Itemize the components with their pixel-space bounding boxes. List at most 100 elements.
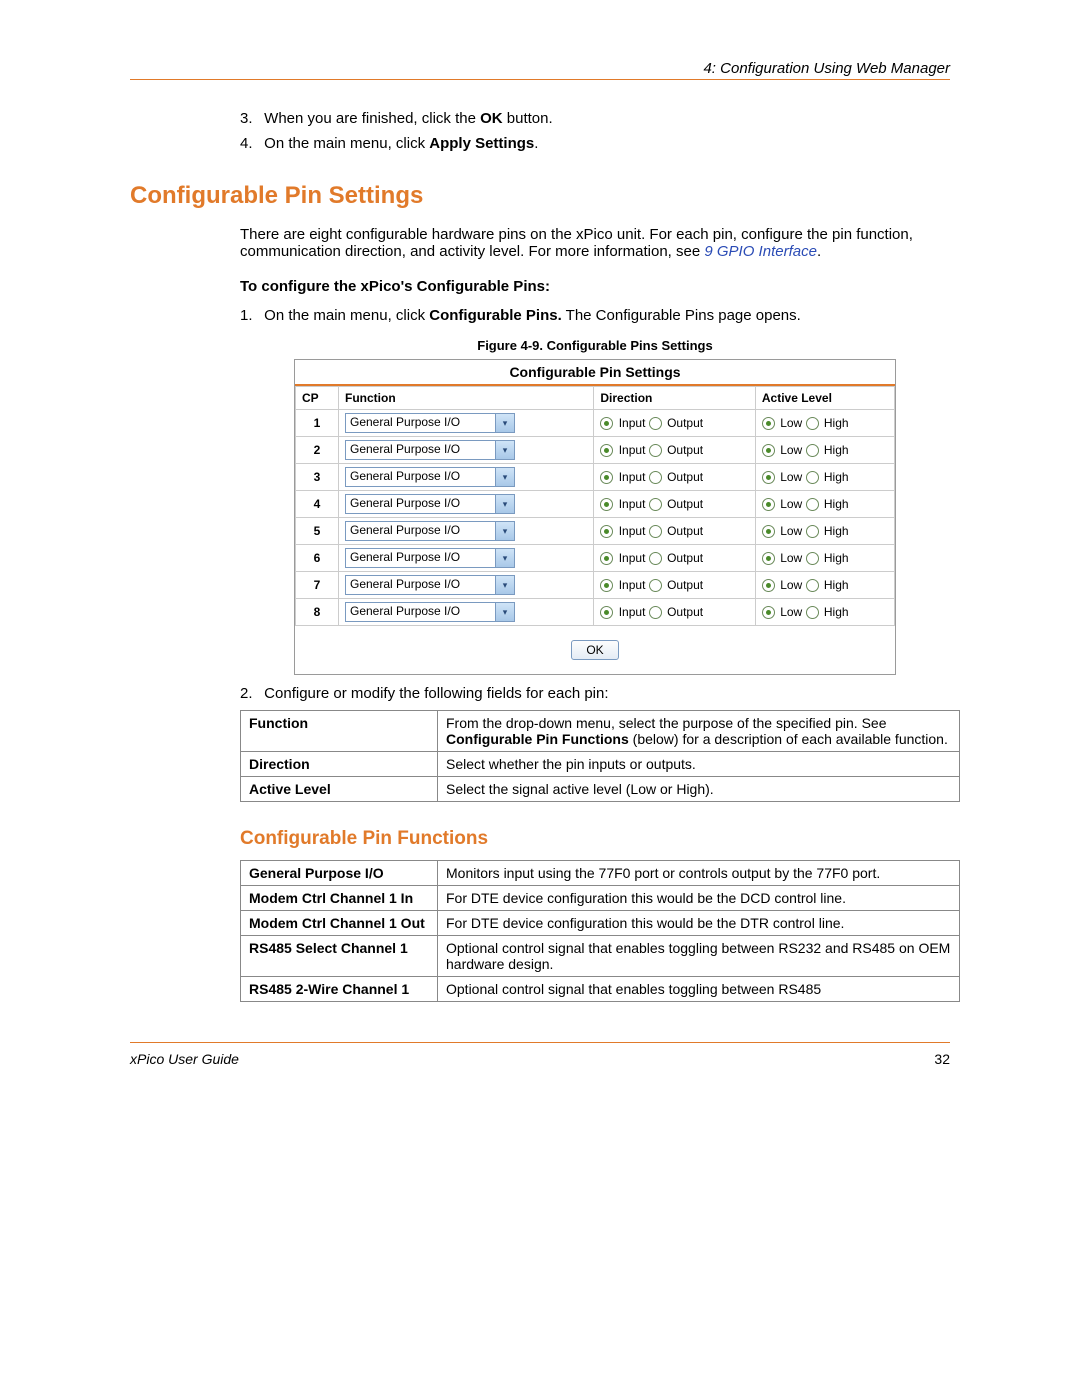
intro-paragraph: There are eight configurable hardware pi… — [240, 226, 950, 260]
def-function-val-c: (below) for a description of each availa… — [629, 731, 948, 747]
table-row: Direction Select whether the pin inputs … — [241, 752, 960, 777]
direction-input-radio[interactable] — [600, 525, 613, 538]
chevron-down-icon[interactable]: ▾ — [495, 440, 515, 460]
footer-title: xPico User Guide — [130, 1051, 239, 1067]
step-3: 3. When you are finished, click the OK b… — [240, 110, 950, 127]
table-row: Modem Ctrl Channel 1 Out For DTE device … — [241, 911, 960, 936]
active-level-low-radio[interactable] — [762, 471, 775, 484]
pin-row: 1General Purpose I/O▾ Input Output Low H… — [296, 410, 895, 437]
direction-input-radio[interactable] — [600, 417, 613, 430]
step-4-text-c: . — [534, 135, 538, 152]
chapter-header: 4: Configuration Using Web Manager — [130, 60, 950, 77]
step-1: 1. On the main menu, click Configurable … — [240, 307, 950, 324]
direction-output-radio[interactable] — [649, 444, 662, 457]
table-row: RS485 Select Channel 1 Optional control … — [241, 936, 960, 977]
ok-button[interactable]: OK — [571, 640, 618, 660]
active-level-high-radio[interactable] — [806, 444, 819, 457]
func-rs485-select-val: Optional control signal that enables tog… — [438, 936, 960, 977]
function-dropdown[interactable]: General Purpose I/O▾ — [345, 467, 515, 487]
step-1-bold: Configurable Pins. — [429, 307, 562, 324]
direction-input-radio[interactable] — [600, 579, 613, 592]
direction-output-radio[interactable] — [649, 579, 662, 592]
active-level-high-radio[interactable] — [806, 606, 819, 619]
step-4: 4. On the main menu, click Apply Setting… — [240, 135, 950, 152]
func-modem-in-val: For DTE device configuration this would … — [438, 886, 960, 911]
active-level-high-radio[interactable] — [806, 579, 819, 592]
step-2-num: 2. — [240, 685, 260, 702]
chevron-down-icon[interactable]: ▾ — [495, 602, 515, 622]
func-rs485-select-key: RS485 Select Channel 1 — [241, 936, 438, 977]
chevron-down-icon[interactable]: ▾ — [495, 548, 515, 568]
function-dropdown-value: General Purpose I/O — [345, 467, 495, 487]
func-modem-in-key: Modem Ctrl Channel 1 In — [241, 886, 438, 911]
function-dropdown-value: General Purpose I/O — [345, 575, 495, 595]
direction-output-radio[interactable] — [649, 525, 662, 538]
direction-output-radio[interactable] — [649, 471, 662, 484]
active-level-low-radio[interactable] — [762, 525, 775, 538]
active-level-high-radio[interactable] — [806, 471, 819, 484]
direction-output-radio[interactable] — [649, 606, 662, 619]
col-cp: CP — [296, 387, 339, 410]
pin-row: 2General Purpose I/O▾ Input Output Low H… — [296, 437, 895, 464]
active-level-low-radio[interactable] — [762, 606, 775, 619]
def-direction-val: Select whether the pin inputs or outputs… — [438, 752, 960, 777]
direction-input-radio[interactable] — [600, 498, 613, 511]
direction-input-radio[interactable] — [600, 444, 613, 457]
step-2-text: Configure or modify the following fields… — [264, 685, 608, 702]
direction-input-radio[interactable] — [600, 471, 613, 484]
direction-output-radio[interactable] — [649, 498, 662, 511]
pin-row: 3General Purpose I/O▾ Input Output Low H… — [296, 464, 895, 491]
chevron-down-icon[interactable]: ▾ — [495, 575, 515, 595]
active-level-low-radio[interactable] — [762, 498, 775, 511]
func-modem-out-val: For DTE device configuration this would … — [438, 911, 960, 936]
active-level-low-radio[interactable] — [762, 444, 775, 457]
function-dropdown[interactable]: General Purpose I/O▾ — [345, 548, 515, 568]
header-rule — [130, 79, 950, 80]
chevron-down-icon[interactable]: ▾ — [495, 413, 515, 433]
gpio-interface-link[interactable]: 9 GPIO Interface — [704, 243, 817, 260]
active-level-high-radio[interactable] — [806, 498, 819, 511]
active-level-high-radio[interactable] — [806, 525, 819, 538]
chevron-down-icon[interactable]: ▾ — [495, 467, 515, 487]
function-dropdown[interactable]: General Purpose I/O▾ — [345, 521, 515, 541]
direction-output-radio[interactable] — [649, 552, 662, 565]
function-dropdown-value: General Purpose I/O — [345, 602, 495, 622]
pin-cp: 3 — [296, 464, 339, 491]
table-row: Active Level Select the signal active le… — [241, 777, 960, 802]
function-dropdown[interactable]: General Purpose I/O▾ — [345, 440, 515, 460]
pin-row: 7General Purpose I/O▾ Input Output Low H… — [296, 572, 895, 599]
active-level-low-radio[interactable] — [762, 579, 775, 592]
pins-table: CP Function Direction Active Level 1Gene… — [295, 386, 895, 626]
table-row: Modem Ctrl Channel 1 In For DTE device c… — [241, 886, 960, 911]
figure-caption: Figure 4-9. Configurable Pins Settings — [240, 338, 950, 353]
table-row: General Purpose I/O Monitors input using… — [241, 861, 960, 886]
function-dropdown[interactable]: General Purpose I/O▾ — [345, 602, 515, 622]
function-dropdown[interactable]: General Purpose I/O▾ — [345, 575, 515, 595]
function-dropdown-value: General Purpose I/O — [345, 548, 495, 568]
step-2: 2. Configure or modify the following fie… — [240, 685, 950, 702]
step-3-text-a: When you are finished, click the — [264, 110, 480, 127]
configurable-pins-panel: Configurable Pin Settings CP Function Di… — [294, 359, 896, 675]
active-level-high-radio[interactable] — [806, 552, 819, 565]
active-level-low-radio[interactable] — [762, 417, 775, 430]
function-dropdown[interactable]: General Purpose I/O▾ — [345, 494, 515, 514]
active-level-low-radio[interactable] — [762, 552, 775, 565]
direction-output-radio[interactable] — [649, 417, 662, 430]
step-3-bold: OK — [480, 110, 503, 127]
chevron-down-icon[interactable]: ▾ — [495, 521, 515, 541]
pin-cp: 7 — [296, 572, 339, 599]
footer-rule — [130, 1042, 950, 1043]
function-dropdown-value: General Purpose I/O — [345, 521, 495, 541]
function-dropdown-value: General Purpose I/O — [345, 413, 495, 433]
chevron-down-icon[interactable]: ▾ — [495, 494, 515, 514]
def-function-val: From the drop-down menu, select the purp… — [438, 711, 960, 752]
direction-input-radio[interactable] — [600, 552, 613, 565]
direction-input-radio[interactable] — [600, 606, 613, 619]
func-rs485-2wire-key: RS485 2-Wire Channel 1 — [241, 977, 438, 1002]
active-level-high-radio[interactable] — [806, 417, 819, 430]
def-active-level-val: Select the signal active level (Low or H… — [438, 777, 960, 802]
section-heading-configurable-pin-functions: Configurable Pin Functions — [240, 828, 950, 850]
func-gpio-val: Monitors input using the 77F0 port or co… — [438, 861, 960, 886]
pin-cp: 1 — [296, 410, 339, 437]
function-dropdown[interactable]: General Purpose I/O▾ — [345, 413, 515, 433]
